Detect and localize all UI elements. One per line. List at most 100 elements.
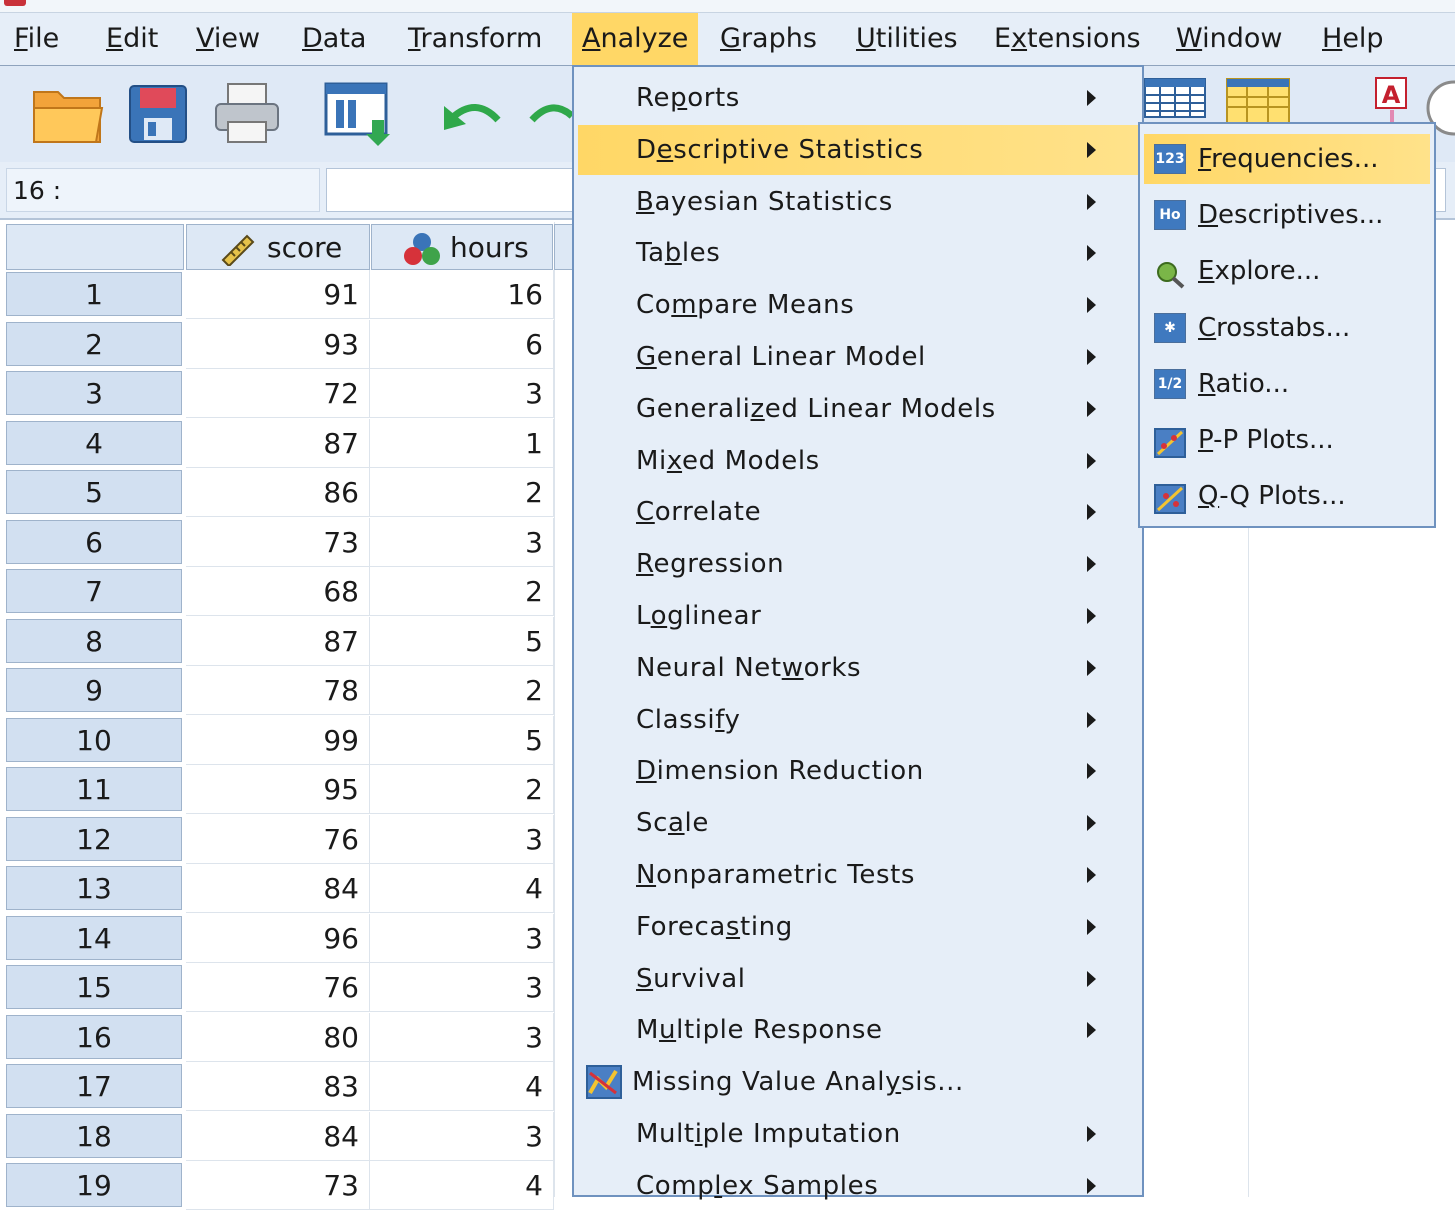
data-grid-icon[interactable] <box>1144 78 1206 122</box>
cell-hours[interactable]: 2 <box>370 666 554 715</box>
menu-item-complex-samples[interactable]: Complex Samples <box>578 1161 1138 1211</box>
cell-hours[interactable]: 2 <box>370 468 554 517</box>
cell-hours[interactable]: 3 <box>370 1111 554 1161</box>
cell-score[interactable]: 68 <box>186 567 370 616</box>
row-number[interactable]: 6 <box>6 519 182 564</box>
row-number[interactable]: 9 <box>6 668 182 712</box>
recall-dialog-icon[interactable] <box>322 80 394 154</box>
menu-analyze[interactable]: Analyze <box>572 13 699 65</box>
menu-transform[interactable]: Transform <box>398 13 552 65</box>
cell-score[interactable]: 87 <box>186 616 370 666</box>
menu-item-multiple-response[interactable]: Multiple Response <box>578 1005 1138 1055</box>
grid-corner[interactable] <box>6 224 184 270</box>
menu-item-neural-networks[interactable]: Neural Networks <box>578 643 1138 693</box>
menu-item-correlate[interactable]: Correlate <box>578 487 1138 537</box>
cell-hours[interactable]: 2 <box>370 765 554 814</box>
column-header-score[interactable]: score <box>186 224 370 270</box>
menu-item-mixed-models[interactable]: Mixed Models <box>578 436 1138 486</box>
row-number[interactable]: 13 <box>6 866 182 910</box>
column-header-hours[interactable]: hours <box>371 224 553 270</box>
submenu-item-descriptives[interactable]: Ho Descriptives... <box>1144 190 1430 240</box>
menu-item-loglinear[interactable]: Loglinear <box>578 591 1138 641</box>
row-number[interactable]: 18 <box>6 1113 182 1158</box>
submenu-item-ratio[interactable]: 1/2 Ratio... <box>1144 359 1430 409</box>
row-number[interactable]: 19 <box>6 1163 182 1207</box>
cell-score[interactable]: 76 <box>186 814 370 864</box>
menu-window[interactable]: Window <box>1166 13 1292 65</box>
row-number[interactable]: 3 <box>6 371 182 415</box>
row-number[interactable]: 16 <box>6 1014 182 1059</box>
row-number[interactable]: 10 <box>6 717 182 762</box>
row-number[interactable]: 2 <box>6 321 182 366</box>
cell-score[interactable]: 72 <box>186 369 370 418</box>
cell-hours[interactable]: 6 <box>370 319 554 369</box>
submenu-item-frequencies[interactable]: 123 Frequencies... <box>1144 134 1430 184</box>
row-number[interactable]: 17 <box>6 1064 182 1108</box>
cell-hours[interactable]: 5 <box>370 715 554 765</box>
menu-file[interactable]: File <box>4 13 69 65</box>
menu-item-dimension-reduction[interactable]: Dimension Reduction <box>578 746 1138 796</box>
menu-utilities[interactable]: Utilities <box>846 13 968 65</box>
cell-hours[interactable]: 3 <box>370 814 554 864</box>
row-number[interactable]: 1 <box>6 272 182 316</box>
cell-hours[interactable]: 3 <box>370 913 554 963</box>
menu-edit[interactable]: Edit <box>96 13 168 65</box>
menu-graphs[interactable]: Graphs <box>710 13 827 65</box>
submenu-item-explore[interactable]: Explore... <box>1144 246 1430 296</box>
cell-hours[interactable]: 1 <box>370 418 554 468</box>
cell-score[interactable]: 84 <box>186 864 370 913</box>
menu-extensions[interactable]: Extensions <box>984 13 1151 65</box>
cell-hours[interactable]: 3 <box>370 1012 554 1062</box>
menu-item-forecasting[interactable]: Forecasting <box>578 902 1138 952</box>
cell-score[interactable]: 91 <box>186 270 370 319</box>
row-number[interactable]: 7 <box>6 569 182 613</box>
cell-hours[interactable]: 3 <box>370 963 554 1012</box>
menu-view[interactable]: View <box>186 13 270 65</box>
cell-score[interactable]: 93 <box>186 319 370 369</box>
cell-hours[interactable]: 4 <box>370 1062 554 1111</box>
row-number[interactable]: 14 <box>6 915 182 960</box>
redo-icon[interactable] <box>528 96 575 140</box>
undo-icon[interactable] <box>436 96 502 140</box>
cell-score[interactable]: 96 <box>186 913 370 963</box>
cell-score[interactable]: 84 <box>186 1111 370 1161</box>
column-header-empty[interactable] <box>554 224 574 270</box>
cell-score[interactable]: 78 <box>186 666 370 715</box>
menu-item-multiple-imputation[interactable]: Multiple Imputation <box>578 1109 1138 1159</box>
menu-item-tables[interactable]: Tables <box>578 228 1138 278</box>
open-folder-icon[interactable] <box>30 82 106 150</box>
cell-score[interactable]: 80 <box>186 1012 370 1062</box>
print-icon[interactable] <box>212 80 282 150</box>
submenu-item-crosstabs[interactable]: ✱ Crosstabs... <box>1144 303 1430 353</box>
row-number[interactable]: 4 <box>6 420 182 465</box>
cell-hours[interactable]: 4 <box>370 864 554 913</box>
menu-item-generalized-linear-models[interactable]: Generalized Linear Models <box>578 384 1138 434</box>
menu-item-missing-value-analysis[interactable]: Missing Value Analysis... <box>578 1057 1138 1107</box>
menu-item-classify[interactable]: Classify <box>578 695 1138 745</box>
menu-item-nonparametric-tests[interactable]: Nonparametric Tests <box>578 850 1138 900</box>
row-number[interactable]: 11 <box>6 767 182 811</box>
save-icon[interactable] <box>126 82 190 150</box>
cell-hours[interactable]: 3 <box>370 369 554 418</box>
row-number[interactable]: 8 <box>6 618 182 663</box>
menu-item-descriptive-statistics[interactable]: Descriptive Statistics <box>578 124 1138 175</box>
menu-item-general-linear-model[interactable]: General Linear Model <box>578 332 1138 382</box>
value-labels-icon[interactable] <box>1226 78 1290 128</box>
cell-score[interactable]: 76 <box>186 963 370 1012</box>
cell-score[interactable]: 87 <box>186 418 370 468</box>
cell-score[interactable]: 73 <box>186 1161 370 1210</box>
cell-score[interactable]: 73 <box>186 517 370 567</box>
cell-hours[interactable]: 2 <box>370 567 554 616</box>
row-number[interactable]: 12 <box>6 816 182 861</box>
menu-help[interactable]: Help <box>1312 13 1394 65</box>
cell-score[interactable]: 95 <box>186 765 370 814</box>
cell-score[interactable]: 86 <box>186 468 370 517</box>
submenu-item-q-q-plots[interactable]: Q-Q Plots... <box>1144 471 1430 521</box>
cell-hours[interactable]: 3 <box>370 517 554 567</box>
row-number[interactable]: 5 <box>6 470 182 514</box>
cell-hours[interactable]: 4 <box>370 1161 554 1210</box>
menu-item-reports[interactable]: Reports <box>578 73 1138 123</box>
cell-score[interactable]: 99 <box>186 715 370 765</box>
menu-item-bayesian-statistics[interactable]: Bayesian Statistics <box>578 177 1138 227</box>
menu-item-survival[interactable]: Survival <box>578 954 1138 1004</box>
